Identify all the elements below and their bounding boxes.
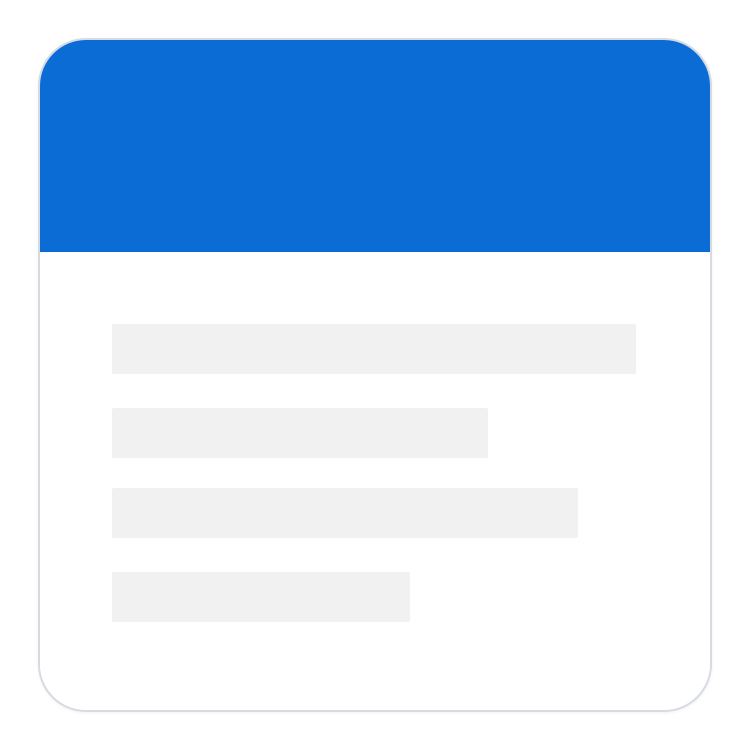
placeholder-text-line — [112, 324, 636, 374]
app-icon-canvas — [0, 0, 750, 750]
icon-header-band — [40, 40, 710, 252]
notes-document-icon — [38, 38, 712, 712]
placeholder-text-line — [112, 408, 488, 458]
placeholder-text-line — [112, 572, 410, 622]
placeholder-text-line — [112, 488, 578, 538]
icon-body — [40, 252, 710, 710]
